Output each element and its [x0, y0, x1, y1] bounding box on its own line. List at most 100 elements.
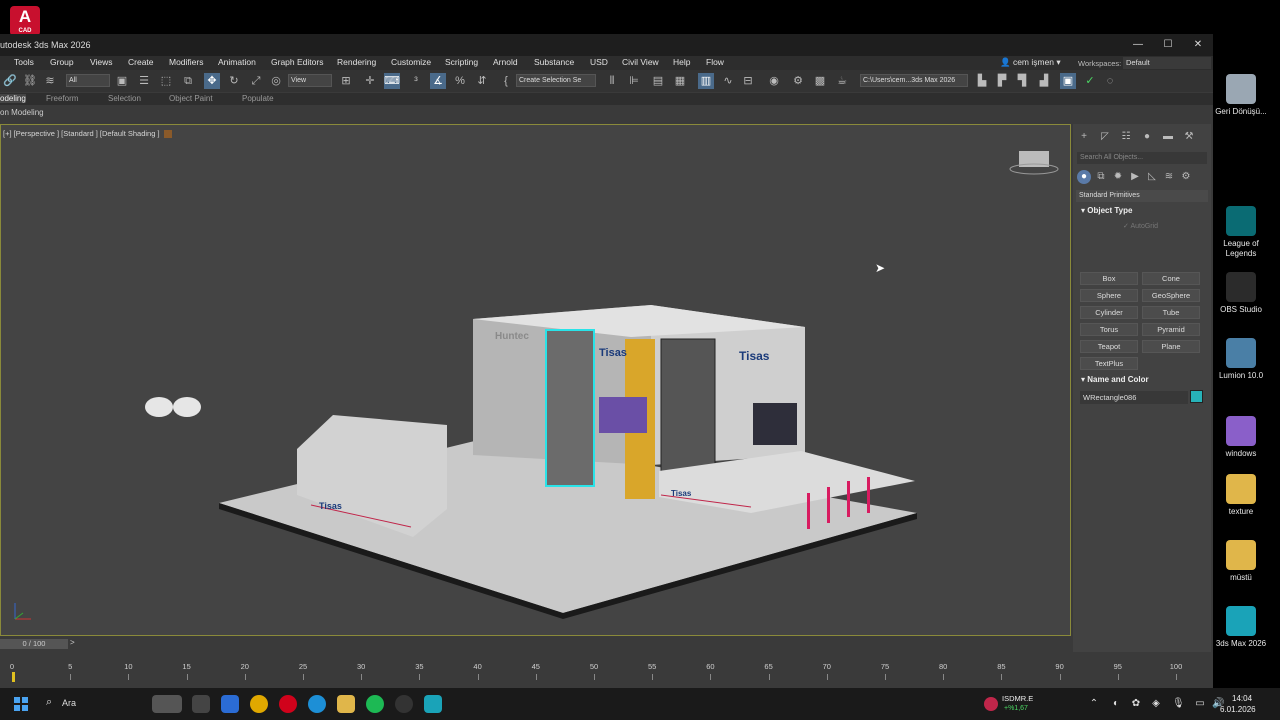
- autocad-icon[interactable]: A CAD: [10, 6, 40, 36]
- menu-graph-editors[interactable]: Graph Editors: [271, 57, 323, 67]
- desktop-icon-windows[interactable]: windows: [1210, 416, 1272, 459]
- modify-tab-icon[interactable]: ◸: [1098, 130, 1112, 144]
- named-selection-dropdown[interactable]: Create Selection Se: [516, 74, 596, 87]
- material-editor-icon[interactable]: ◉: [766, 73, 782, 89]
- menu-rendering[interactable]: Rendering: [337, 57, 376, 67]
- autogrid-checkbox[interactable]: ✓ AutoGrid: [1123, 222, 1158, 230]
- time-slider[interactable]: 0 / 100 >: [0, 638, 1071, 650]
- menu-help[interactable]: Help: [673, 57, 690, 67]
- maximize-button[interactable]: ☐: [1158, 38, 1178, 52]
- rendered-frame-icon[interactable]: ▩: [812, 73, 828, 89]
- primitive-geosphere-button[interactable]: GeoSphere: [1142, 289, 1200, 302]
- keyboard-shortcut-icon[interactable]: ⌨: [384, 73, 400, 89]
- time-slider-thumb[interactable]: 0 / 100: [0, 639, 68, 649]
- snap-3d-icon[interactable]: ³: [408, 73, 424, 89]
- ref-coord-dropdown[interactable]: View: [288, 74, 332, 87]
- tray-chevron-icon[interactable]: ⌃: [1088, 698, 1100, 710]
- tray-app-icon-2[interactable]: ✿: [1130, 698, 1142, 710]
- object-name-field[interactable]: WRectangle086: [1080, 391, 1188, 404]
- primitive-sphere-button[interactable]: Sphere: [1080, 289, 1138, 302]
- select-object-icon[interactable]: ▣: [114, 73, 130, 89]
- cameras-icon[interactable]: ▶: [1128, 170, 1142, 184]
- scene-explorer-icon[interactable]: ▤: [650, 73, 666, 89]
- project-icon-3[interactable]: ▜: [1014, 73, 1030, 89]
- menu-flow[interactable]: Flow: [706, 57, 724, 67]
- task-view-icon[interactable]: [192, 695, 210, 713]
- ribbon-tab-selection[interactable]: Selection: [108, 94, 141, 103]
- file-explorer-icon[interactable]: [337, 695, 355, 713]
- taskbar-search[interactable]: Ara: [62, 698, 76, 708]
- stock-widget-icon[interactable]: [984, 697, 998, 711]
- primitive-cylinder-button[interactable]: Cylinder: [1080, 306, 1138, 319]
- clock-date[interactable]: 6.01.2026: [1220, 705, 1256, 714]
- edge-icon[interactable]: [308, 695, 326, 713]
- mirror-icon[interactable]: ⫴: [604, 73, 620, 89]
- object-type-title[interactable]: ▾ Object Type: [1081, 206, 1132, 215]
- menu-group[interactable]: Group: [50, 57, 74, 67]
- move-icon[interactable]: ✥: [204, 73, 220, 89]
- ribbon-tab-freeform[interactable]: Freeform: [46, 94, 78, 103]
- object-color-swatch[interactable]: [1190, 390, 1203, 403]
- menu-modifiers[interactable]: Modifiers: [169, 57, 203, 67]
- tray-app-icon-3[interactable]: ◈: [1150, 698, 1162, 710]
- helpers-icon[interactable]: ◺: [1145, 170, 1159, 184]
- desktop-icon-3ds-max-2026[interactable]: 3ds Max 2026: [1210, 606, 1272, 649]
- menu-scripting[interactable]: Scripting: [445, 57, 478, 67]
- sync-icon[interactable]: ✓: [1082, 73, 1098, 89]
- ribbon-tab-odeling[interactable]: odeling: [0, 94, 26, 103]
- workspace-toggle-icon[interactable]: ▣: [1060, 73, 1076, 89]
- menu-usd[interactable]: USD: [590, 57, 608, 67]
- clock-time[interactable]: 14:04: [1232, 694, 1252, 703]
- menu-arnold[interactable]: Arnold: [493, 57, 518, 67]
- lights-icon[interactable]: ✹: [1111, 170, 1125, 184]
- search-objects-input[interactable]: Search All Objects...: [1077, 152, 1207, 164]
- shapes-icon[interactable]: ⧉: [1094, 170, 1108, 184]
- menu-substance[interactable]: Substance: [534, 57, 574, 67]
- systems-icon[interactable]: ⚙: [1179, 170, 1193, 184]
- primitive-teapot-button[interactable]: Teapot: [1080, 340, 1138, 353]
- desktop-icon-texture[interactable]: texture: [1210, 474, 1272, 517]
- render-setup-icon[interactable]: ⚙: [790, 73, 806, 89]
- category-dropdown[interactable]: Standard Primitives: [1076, 190, 1208, 202]
- perspective-viewport[interactable]: [+] [Perspective ] [Standard ] [Default …: [0, 124, 1071, 636]
- desktop-icon-obs-studio[interactable]: OBS Studio: [1210, 272, 1272, 315]
- primitive-pyramid-button[interactable]: Pyramid: [1142, 323, 1200, 336]
- link-icon[interactable]: 🔗: [2, 73, 18, 89]
- search-icon[interactable]: ⌕: [46, 696, 52, 709]
- spacewarps-icon[interactable]: ≋: [1162, 170, 1176, 184]
- unlink-icon[interactable]: ⛓: [22, 73, 38, 89]
- manipulate-icon[interactable]: ✛: [362, 73, 378, 89]
- project-path-dropdown[interactable]: C:\Users\cem...3ds Max 2026: [860, 74, 968, 87]
- rotate-icon[interactable]: ↻: [226, 73, 242, 89]
- display-tab-icon[interactable]: ▬: [1161, 130, 1175, 144]
- name-color-title[interactable]: ▾ Name and Color: [1081, 375, 1149, 384]
- stock-name[interactable]: ISDMR.E: [1002, 694, 1033, 703]
- workspaces-dropdown[interactable]: Default: [1123, 57, 1211, 69]
- chrome-icon[interactable]: [250, 695, 268, 713]
- align-icon[interactable]: ⊫: [626, 73, 642, 89]
- bind-space-warp-icon[interactable]: ≋: [42, 73, 58, 89]
- select-by-name-icon[interactable]: ☰: [136, 73, 152, 89]
- project-icon-4[interactable]: ▟: [1036, 73, 1052, 89]
- selection-filter-dropdown[interactable]: All: [66, 74, 110, 87]
- menu-views[interactable]: Views: [90, 57, 113, 67]
- layer-explorer-icon[interactable]: ▦: [672, 73, 688, 89]
- user-account[interactable]: 👤 cem işmen ▾: [1000, 57, 1061, 68]
- sync-status-icon[interactable]: ◌: [1102, 73, 1118, 89]
- ribbon-toggle-icon[interactable]: ▥: [698, 73, 714, 89]
- ribbon-tab-object-paint[interactable]: Object Paint: [169, 94, 213, 103]
- scale-icon[interactable]: ⤢: [248, 73, 264, 89]
- angle-snap-icon[interactable]: ∡: [430, 73, 446, 89]
- primitive-textplus-button[interactable]: TextPlus: [1080, 357, 1138, 370]
- microphone-icon[interactable]: 🎙: [1172, 698, 1185, 710]
- track-bar[interactable]: 0 5 10 15 20 25 30 35 40 45 50 55 60 65 70 75 80 85 90 95 10…: [0, 652, 1213, 688]
- spinner-snap-icon[interactable]: ⇵: [474, 73, 490, 89]
- 3dsmax-taskbar-icon[interactable]: [424, 695, 442, 713]
- primitive-cone-button[interactable]: Cone: [1142, 272, 1200, 285]
- obs-icon[interactable]: [395, 695, 413, 713]
- menu-civil-view[interactable]: Civil View: [622, 57, 659, 67]
- schematic-view-icon[interactable]: ⊟: [740, 73, 756, 89]
- desktop-icon-lumion-10-0[interactable]: Lumion 10.0: [1210, 338, 1272, 381]
- opera-icon[interactable]: [279, 695, 297, 713]
- widgets-icon[interactable]: [152, 695, 182, 713]
